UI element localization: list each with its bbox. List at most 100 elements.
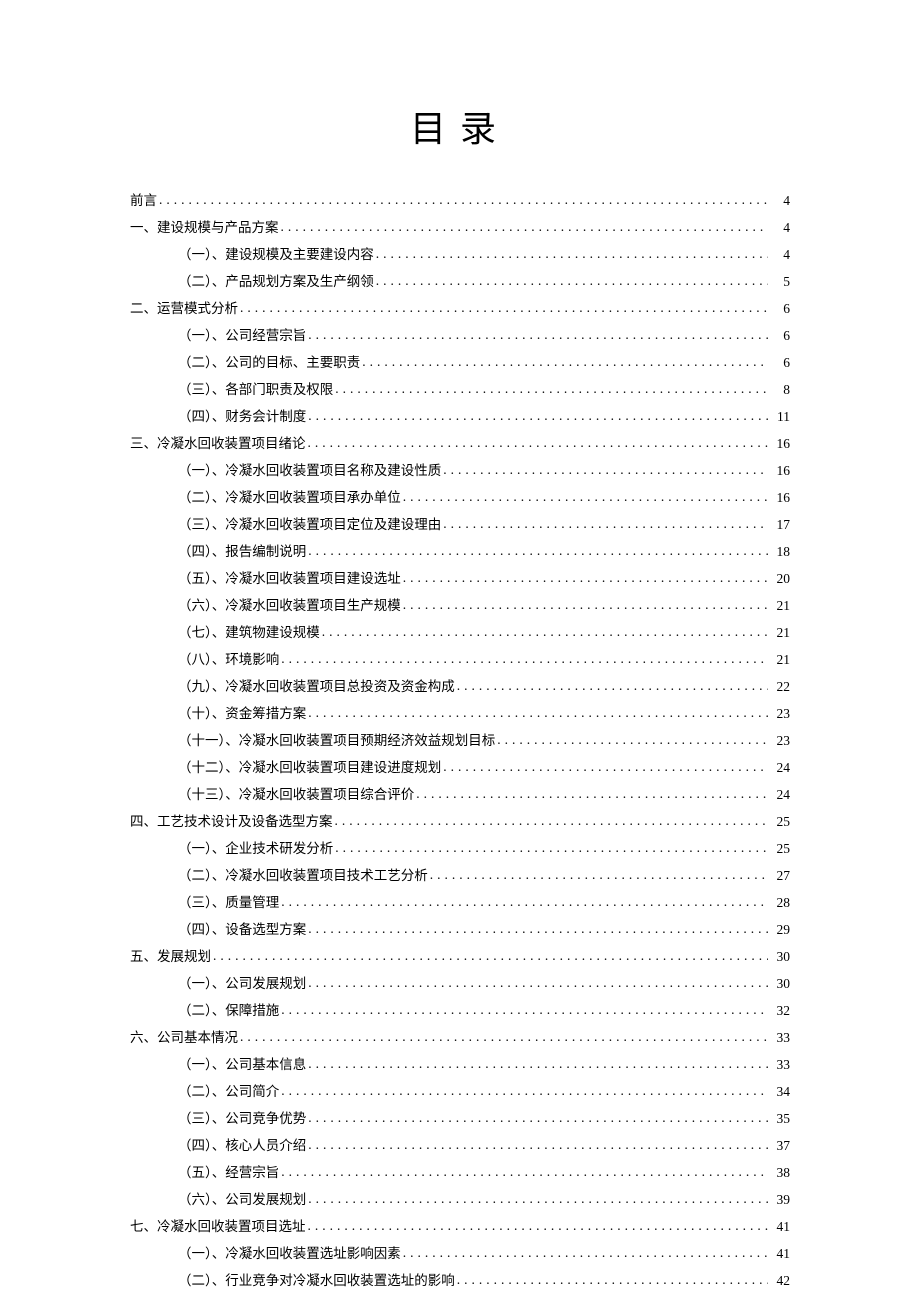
toc-entry-page: 18	[770, 538, 790, 565]
toc-entry-page: 6	[770, 349, 790, 376]
toc-leader-dots	[308, 969, 768, 996]
toc-entry: （二）、保障措施 32	[130, 997, 790, 1024]
toc-leader-dots	[403, 1239, 768, 1266]
toc-entry-label: 二、运营模式分析	[130, 295, 238, 322]
toc-entry-label: （二）、行业竞争对冷凝水回收装置选址的影响	[178, 1267, 455, 1294]
toc-entry: （一）、公司经营宗旨6	[130, 322, 790, 349]
toc-leader-dots	[281, 996, 768, 1023]
toc-entry: （十三）、冷凝水回收装置项目综合评价 24	[130, 781, 790, 808]
toc-entry-page: 21	[770, 592, 790, 619]
toc-entry-label: 五、发展规划	[130, 943, 211, 970]
toc-leader-dots	[281, 1077, 768, 1104]
toc-entry-page: 8	[770, 376, 790, 403]
toc-entry-page: 17	[770, 511, 790, 538]
toc-entry-page: 16	[770, 484, 790, 511]
toc-leader-dots	[362, 348, 768, 375]
toc-entry-page: 4	[770, 241, 790, 268]
toc-entry: （十一）、冷凝水回收装置项目预期经济效益规划目标23	[130, 727, 790, 754]
toc-leader-dots	[308, 699, 768, 726]
toc-entry-page: 29	[770, 916, 790, 943]
toc-leader-dots	[335, 375, 768, 402]
toc-entry-label: （四）、报告编制说明	[178, 538, 306, 565]
toc-leader-dots	[308, 321, 768, 348]
toc-entry-page: 4	[770, 214, 790, 241]
toc-entry-label: （一）、冷凝水回收装置选址影响因素	[178, 1240, 401, 1267]
toc-entry: （六）、冷凝水回收装置项目生产规模21	[130, 592, 790, 619]
toc-entry-label: （四）、核心人员介绍	[178, 1132, 306, 1159]
toc-leader-dots	[308, 1050, 768, 1077]
toc-entry-page: 23	[770, 700, 790, 727]
toc-leader-dots	[308, 915, 768, 942]
toc-leader-dots	[281, 888, 768, 915]
toc-entry-label: 七、冷凝水回收装置项目选址	[130, 1213, 306, 1240]
toc-entry: （四）、报告编制说明 18	[130, 538, 790, 565]
toc-entry: （十二）、冷凝水回收装置项目建设进度规划 24	[130, 754, 790, 781]
toc-entry-label: 三、冷凝水回收装置项目绪论	[130, 430, 306, 457]
toc-entry-page: 25	[770, 808, 790, 835]
toc-entry-page: 28	[770, 889, 790, 916]
toc-entry: （五）、经营宗旨 38	[130, 1159, 790, 1186]
toc-entry-label: （十二）、冷凝水回收装置项目建设进度规划	[178, 754, 441, 781]
toc-entry-page: 11	[770, 403, 790, 430]
toc-entry-page: 41	[770, 1213, 790, 1240]
toc-entry: （七）、建筑物建设规模21	[130, 619, 790, 646]
toc-entry-label: 四、工艺技术设计及设备选型方案	[130, 808, 333, 835]
toc-entry: 前言 4	[130, 187, 790, 214]
toc-leader-dots	[403, 591, 768, 618]
toc-entry: （一）、公司基本信息33	[130, 1051, 790, 1078]
toc-entry-page: 41	[770, 1240, 790, 1267]
toc-leader-dots	[240, 294, 768, 321]
toc-leader-dots	[497, 726, 768, 753]
page-title: 目录	[130, 100, 790, 152]
toc-entry: （八）、环境影响21	[130, 646, 790, 673]
toc-entry-label: （八）、环境影响	[178, 646, 279, 673]
toc-entry-label: （一）、公司发展规划	[178, 970, 306, 997]
toc-entry-label: （二）、冷凝水回收装置项目承办单位	[178, 484, 401, 511]
toc-leader-dots	[457, 1266, 768, 1293]
toc-entry-page: 33	[770, 1024, 790, 1051]
toc-entry: （一）、公司发展规划 30	[130, 970, 790, 997]
toc-leader-dots	[403, 564, 768, 591]
toc-leader-dots	[281, 645, 768, 672]
toc-entry-page: 32	[770, 997, 790, 1024]
toc-leader-dots	[376, 267, 768, 294]
toc-entry: （一）、企业技术研发分析25	[130, 835, 790, 862]
toc-entry-label: （四）、财务会计制度	[178, 403, 306, 430]
toc-entry: （一）、建设规模及主要建设内容4	[130, 241, 790, 268]
toc-leader-dots	[443, 753, 768, 780]
toc-entry-label: 前言	[130, 187, 157, 214]
toc-entry-page: 4	[770, 187, 790, 214]
toc-leader-dots	[308, 1185, 768, 1212]
toc-entry-page: 16	[770, 457, 790, 484]
toc-entry-page: 24	[770, 781, 790, 808]
toc-entry-page: 5	[770, 268, 790, 295]
toc-entry-page: 39	[770, 1186, 790, 1213]
toc-leader-dots	[308, 537, 768, 564]
toc-entry-page: 34	[770, 1078, 790, 1105]
toc-entry-label: （四）、设备选型方案	[178, 916, 306, 943]
toc-entry-label: （九）、冷凝水回收装置项目总投资及资金构成	[178, 673, 455, 700]
toc-entry-label: （十一）、冷凝水回收装置项目预期经济效益规划目标	[178, 727, 495, 754]
toc-entry-label: （一）、冷凝水回收装置项目名称及建设性质	[178, 457, 441, 484]
toc-entry-label: （二）、保障措施	[178, 997, 279, 1024]
toc-entry-label: （五）、经营宗旨	[178, 1159, 279, 1186]
toc-entry-page: 30	[770, 943, 790, 970]
toc-entry: （九）、冷凝水回收装置项目总投资及资金构成22	[130, 673, 790, 700]
toc-entry: （一）、冷凝水回收装置选址影响因素 41	[130, 1240, 790, 1267]
toc-leader-dots	[213, 942, 768, 969]
toc-leader-dots	[376, 240, 768, 267]
toc-entry-page: 25	[770, 835, 790, 862]
toc-entry-label: （十三）、冷凝水回收装置项目综合评价	[178, 781, 414, 808]
toc-entry-page: 35	[770, 1105, 790, 1132]
toc-leader-dots	[308, 1131, 768, 1158]
toc-entry: （二）、公司简介34	[130, 1078, 790, 1105]
toc-entry: 三、冷凝水回收装置项目绪论16	[130, 430, 790, 457]
toc-entry: 一、建设规模与产品方案4	[130, 214, 790, 241]
toc-entry: （三）、公司竞争优势35	[130, 1105, 790, 1132]
toc-entry-page: 30	[770, 970, 790, 997]
toc-leader-dots	[443, 456, 768, 483]
toc-entry-page: 38	[770, 1159, 790, 1186]
toc-entry-page: 24	[770, 754, 790, 781]
toc-entry: （十）、资金筹措方案23	[130, 700, 790, 727]
toc-entry: 四、工艺技术设计及设备选型方案 25	[130, 808, 790, 835]
